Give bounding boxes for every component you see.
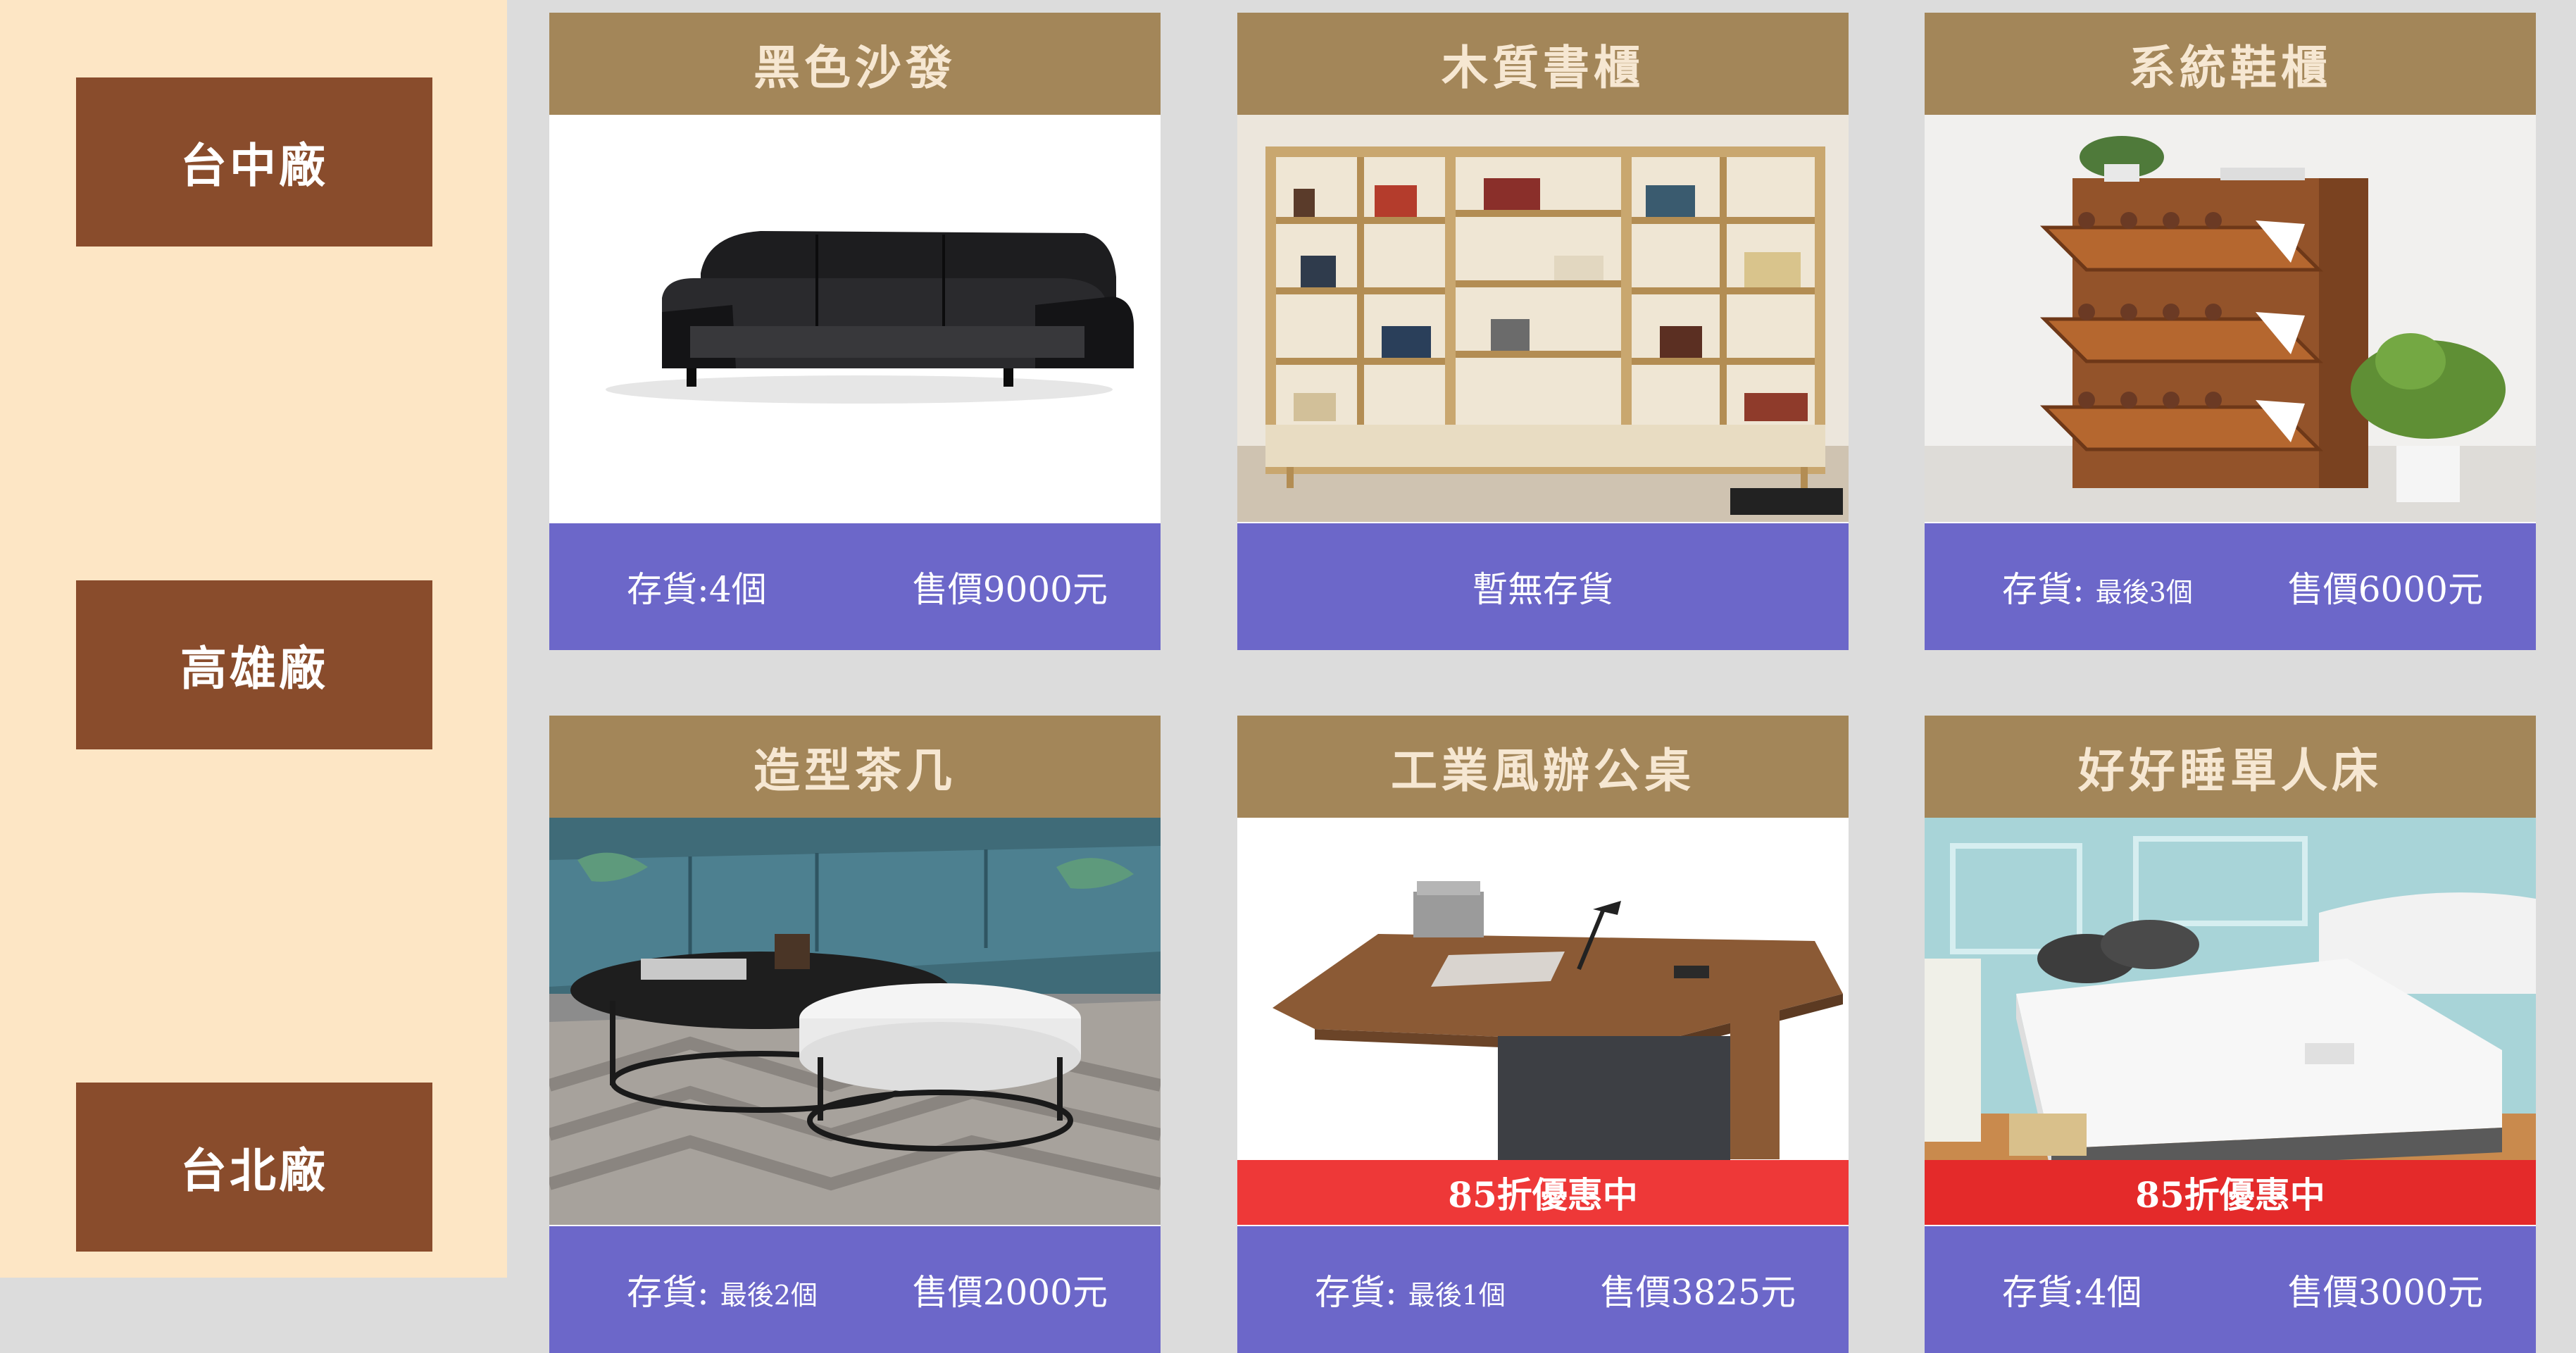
product-title: 好好睡單人床 <box>1925 716 2536 818</box>
product-card[interactable]: 好好睡單人床 85折優惠中 存貨:4個 售價3000元 <box>1925 716 2536 1353</box>
product-title: 黑色沙發 <box>549 13 1161 115</box>
product-card[interactable]: 黑色沙發 存貨:4個 售價9000元 <box>549 13 1161 650</box>
product-info-bar: 暫無存貨 <box>1237 523 1849 650</box>
factory-button-kaohsiung[interactable]: 高雄廠 <box>76 580 432 749</box>
factory-sidebar: 台中廠 高雄廠 台北廠 <box>0 0 507 1278</box>
stock-label: 暫無存貨 <box>1473 569 1613 610</box>
product-image-bookshelf <box>1237 115 1849 522</box>
stock-label: 存貨: 最後1個 <box>1315 1272 1506 1313</box>
stock-label: 存貨: 最後2個 <box>627 1272 818 1313</box>
product-grid: 黑色沙發 存貨:4個 售價9000元 木質書櫃 暫無存貨 系統鞋櫃 存貨: 最後… <box>507 0 2576 1353</box>
product-card[interactable]: 系統鞋櫃 存貨: 最後3個 售價6000元 <box>1925 13 2536 650</box>
product-image-coffee-table <box>549 818 1161 1225</box>
product-image-office-desk: 85折優惠中 <box>1237 818 1849 1225</box>
product-info-bar: 存貨: 最後2個 售價2000元 <box>549 1226 1161 1353</box>
product-card[interactable]: 工業風辦公桌 85折優惠中 存貨: 最後1個 售價3825元 <box>1237 716 1849 1353</box>
price-label: 售價3000元 <box>2287 1272 2483 1313</box>
product-image-shoe-cabinet <box>1925 115 2536 522</box>
factory-button-taichung[interactable]: 台中廠 <box>76 77 432 247</box>
promo-banner: 85折優惠中 <box>1237 1160 1849 1225</box>
product-info-bar: 存貨:4個 售價3000元 <box>1925 1226 2536 1353</box>
stock-label: 存貨: 最後3個 <box>2002 569 2193 610</box>
price-label: 售價2000元 <box>912 1272 1108 1313</box>
price-label: 售價9000元 <box>912 569 1108 610</box>
price-label: 售價3825元 <box>1600 1272 1796 1313</box>
product-card[interactable]: 木質書櫃 暫無存貨 <box>1237 13 1849 650</box>
promo-banner: 85折優惠中 <box>1925 1160 2536 1225</box>
product-title: 系統鞋櫃 <box>1925 13 2536 115</box>
product-image-bed: 85折優惠中 <box>1925 818 2536 1225</box>
product-info-bar: 存貨: 最後1個 售價3825元 <box>1237 1226 1849 1353</box>
product-card[interactable]: 造型茶几 存貨: 最後2個 售價2000元 <box>549 716 1161 1353</box>
product-title: 造型茶几 <box>549 716 1161 818</box>
product-title: 木質書櫃 <box>1237 13 1849 115</box>
product-title: 工業風辦公桌 <box>1237 716 1849 818</box>
stock-label: 存貨:4個 <box>2002 1272 2142 1313</box>
product-info-bar: 存貨: 最後3個 售價6000元 <box>1925 523 2536 650</box>
product-info-bar: 存貨:4個 售價9000元 <box>549 523 1161 650</box>
price-label: 售價6000元 <box>2287 569 2483 610</box>
product-image-sofa <box>549 115 1161 522</box>
stock-label: 存貨:4個 <box>627 569 767 610</box>
factory-button-taipei[interactable]: 台北廠 <box>76 1083 432 1252</box>
